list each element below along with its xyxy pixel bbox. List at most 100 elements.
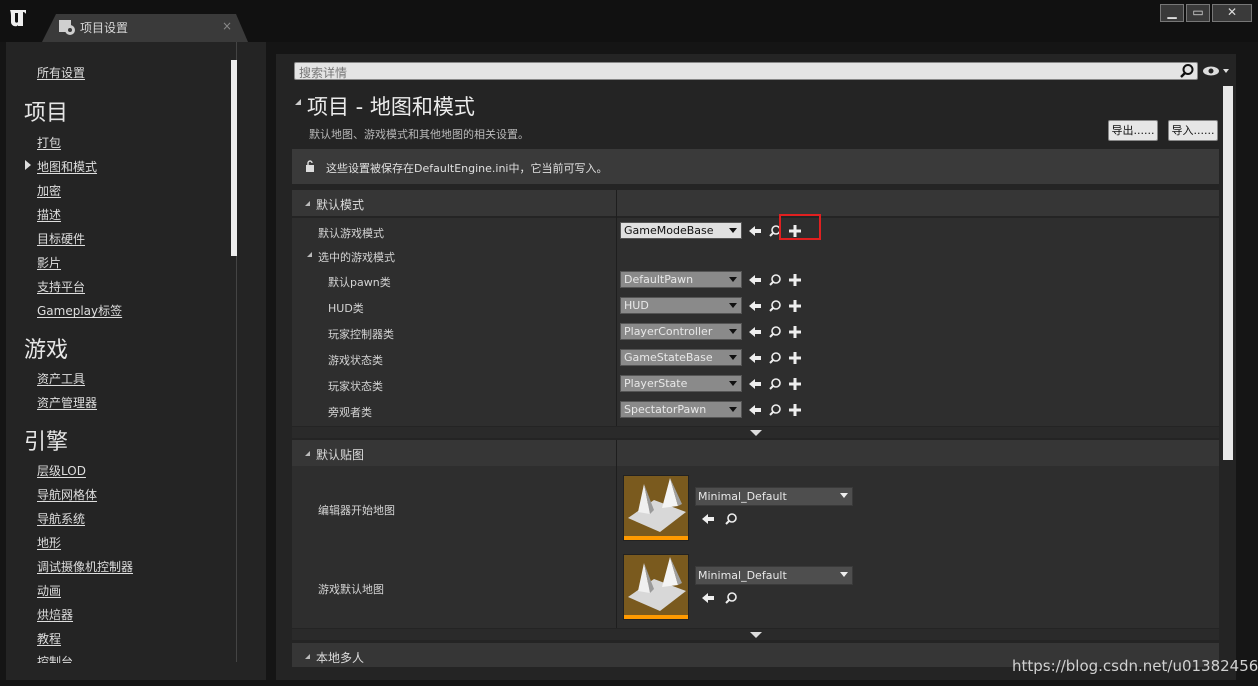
close-button[interactable]: ✕ (1212, 4, 1252, 22)
sidebar-item-gameplay-tags[interactable]: Gameplay标签 (37, 302, 122, 319)
page-title: 项目 - 地图和模式 (307, 95, 475, 119)
section-title-default-maps: 默认贴图 (316, 448, 365, 462)
sidebar-item-movies[interactable]: 影片 (37, 254, 61, 271)
add-plus-icon[interactable] (788, 377, 802, 391)
class-row-combo[interactable]: SpectatorPawn (620, 401, 742, 418)
use-selected-arrow-icon[interactable] (748, 377, 762, 391)
section-title-default-modes: 默认模式 (316, 198, 365, 212)
selected-game-mode-label: 选中的游戏模式 (318, 251, 395, 264)
map-combo[interactable]: Minimal_Default (695, 566, 853, 585)
class-row-combo[interactable]: PlayerState (620, 375, 742, 392)
collapse-arrow-icon[interactable] (295, 99, 301, 105)
section-collapse-icon[interactable] (305, 201, 310, 206)
class-row-value: PlayerState (624, 377, 688, 390)
map-thumbnail[interactable] (623, 554, 689, 620)
sidebar-section-game: 游戏 (24, 338, 69, 363)
sidebar-item-tutorials[interactable]: 教程 (37, 630, 61, 647)
tab-close-icon[interactable]: × (222, 19, 232, 33)
default-game-mode-value: GameModeBase (624, 224, 714, 237)
sidebar-item-description[interactable]: 描述 (37, 206, 61, 223)
map-combo[interactable]: Minimal_Default (695, 487, 853, 506)
use-selected-arrow-icon[interactable] (701, 512, 715, 526)
browse-magnifier-icon[interactable] (768, 299, 782, 313)
add-plus-icon[interactable] (788, 325, 802, 339)
minimize-button[interactable]: ▁ (1160, 4, 1184, 22)
browse-magnifier-icon[interactable] (768, 325, 782, 339)
export-button[interactable]: 导出...... (1108, 120, 1158, 141)
section-header-default-maps[interactable] (292, 440, 1219, 466)
class-row-combo[interactable]: DefaultPawn (620, 271, 742, 288)
map-thumbnail-image (628, 478, 686, 532)
browse-magnifier-icon[interactable] (724, 512, 738, 526)
section-collapse-icon[interactable] (305, 451, 310, 456)
sidebar-item-navigation-system[interactable]: 导航系统 (37, 510, 85, 527)
search-icon[interactable] (1179, 63, 1195, 79)
add-plus-icon[interactable] (788, 299, 802, 313)
class-row-combo[interactable]: HUD (620, 297, 742, 314)
search-input[interactable] (294, 62, 1198, 80)
sidebar-item-supported-platforms[interactable]: 支持平台 (37, 278, 85, 295)
selected-mode-collapse-icon[interactable] (307, 252, 312, 257)
add-plus-icon[interactable] (788, 403, 802, 417)
default-game-mode-label: 默认游戏模式 (318, 227, 384, 240)
sidebar-item-hlod[interactable]: 层级LOD (37, 462, 86, 479)
active-item-arrow-icon (25, 160, 31, 170)
use-selected-arrow-icon[interactable] (701, 591, 715, 605)
import-button[interactable]: 导入...... (1168, 120, 1218, 141)
column-divider[interactable] (616, 440, 617, 628)
default-modes-body (292, 218, 1219, 426)
sidebar-item-asset-manager[interactable]: 资产管理器 (37, 394, 97, 411)
sidebar-item-console[interactable]: 控制台 (37, 653, 73, 663)
use-selected-arrow-icon[interactable] (748, 351, 762, 365)
eye-view-options-icon[interactable] (1202, 64, 1230, 78)
add-plus-icon[interactable] (788, 273, 802, 287)
class-row-label: 旁观者类 (328, 406, 372, 419)
sidebar-item-animation[interactable]: 动画 (37, 582, 61, 599)
add-plus-icon[interactable] (788, 351, 802, 365)
unreal-logo-icon (10, 10, 26, 27)
sidebar-item-packaging[interactable]: 打包 (37, 134, 61, 151)
use-selected-arrow-icon[interactable] (748, 403, 762, 417)
browse-magnifier-icon[interactable] (768, 403, 782, 417)
expand-advanced-icon[interactable] (750, 430, 762, 436)
map-thumbnail-image (628, 557, 686, 611)
use-selected-arrow-icon[interactable] (748, 299, 762, 313)
class-row-combo[interactable]: PlayerController (620, 323, 742, 340)
sidebar-item-landscape[interactable]: 地形 (37, 534, 61, 551)
sidebar-item-target-hardware[interactable]: 目标硬件 (37, 230, 85, 247)
sidebar-item-maps-modes[interactable]: 地图和模式 (37, 158, 97, 175)
browse-magnifier-icon[interactable] (724, 591, 738, 605)
section-title-local-multiplayer: 本地多人 (316, 651, 365, 665)
map-row-label: 游戏默认地图 (318, 583, 384, 596)
thumbnail-accent-bar (624, 536, 688, 540)
map-thumbnail[interactable] (623, 475, 689, 541)
sidebar-item-all-settings[interactable]: 所有设置 (37, 64, 85, 81)
gear-icon (59, 20, 75, 35)
class-row-label: 玩家控制器类 (328, 328, 394, 341)
use-selected-arrow-icon[interactable] (748, 325, 762, 339)
use-selected-arrow-icon[interactable] (748, 273, 762, 287)
details-scrollbar[interactable] (1223, 86, 1233, 460)
class-row-combo[interactable]: GameStateBase (620, 349, 742, 366)
use-selected-arrow-icon[interactable] (748, 224, 762, 238)
sidebar-item-cooker[interactable]: 烘焙器 (37, 606, 73, 623)
maximize-button[interactable]: ▭ (1186, 4, 1210, 22)
sidebar-item-navmesh[interactable]: 导航网格体 (37, 486, 97, 503)
sidebar-section-project: 项目 (24, 101, 69, 126)
browse-magnifier-icon[interactable] (768, 377, 782, 391)
notice-text: 这些设置被保存在DefaultEngine.ini中，它当前可写入。 (326, 162, 608, 175)
sidebar-item-asset-tools[interactable]: 资产工具 (37, 370, 85, 387)
browse-magnifier-icon[interactable] (768, 351, 782, 365)
column-divider[interactable] (616, 190, 617, 426)
sidebar-item-encryption[interactable]: 加密 (37, 182, 61, 199)
sidebar-scrollbar[interactable] (231, 60, 237, 256)
sidebar-item-debug-camera[interactable]: 调试摄像机控制器 (37, 558, 133, 575)
class-row-label: 默认pawn类 (328, 276, 391, 289)
browse-magnifier-icon[interactable] (768, 273, 782, 287)
class-row-value: GameStateBase (624, 351, 713, 364)
section-collapse-icon[interactable] (305, 654, 310, 659)
expand-advanced-icon[interactable] (750, 632, 762, 638)
section-header-default-modes[interactable] (292, 190, 1219, 216)
tab-title: 项目设置 (80, 21, 129, 35)
default-game-mode-combo[interactable]: GameModeBase (620, 222, 742, 239)
